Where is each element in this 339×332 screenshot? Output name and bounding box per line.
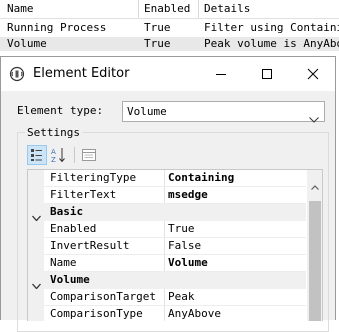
element-type-label: Element type: bbox=[17, 104, 104, 117]
header-divider bbox=[0, 18, 339, 19]
property-name: Enabled bbox=[50, 222, 97, 235]
property-name: ComparisonType bbox=[50, 307, 143, 320]
category-label: Basic bbox=[50, 205, 84, 218]
property-row-name[interactable]: Name Volume bbox=[28, 255, 306, 272]
scroll-up-arrow-icon[interactable] bbox=[311, 175, 319, 194]
close-button[interactable] bbox=[290, 57, 336, 91]
property-name: Name bbox=[50, 256, 77, 269]
chevron-down-icon bbox=[309, 108, 319, 127]
property-pages-button[interactable] bbox=[79, 145, 99, 165]
property-value[interactable]: Volume bbox=[168, 255, 306, 271]
category-basic[interactable]: Basic bbox=[28, 204, 306, 222]
property-row-filteringtype[interactable]: FilteringType Containing bbox=[28, 170, 306, 187]
background-table: Name Enabled Details Running Process Tru… bbox=[0, 0, 339, 56]
property-name: FilterText bbox=[50, 188, 117, 201]
category-label: Volume bbox=[50, 273, 90, 286]
svg-text:Z: Z bbox=[51, 156, 56, 164]
element-type-value: Volume bbox=[127, 105, 167, 118]
title-bar[interactable]: Element Editor bbox=[1, 57, 335, 91]
property-pages-icon bbox=[82, 149, 96, 161]
property-row-comparisontype[interactable]: ComparisonType AnyAbove bbox=[28, 306, 306, 321]
cell-details: Filter using Containin... bbox=[204, 21, 339, 34]
svg-text:A: A bbox=[51, 148, 56, 156]
property-row-comparisontarget[interactable]: ComparisonTarget Peak bbox=[28, 289, 306, 306]
alphabetical-icon: A Z bbox=[51, 148, 65, 164]
column-header-enabled[interactable]: Enabled bbox=[144, 2, 198, 16]
column-header-name[interactable]: Name bbox=[7, 2, 137, 16]
app-icon bbox=[9, 66, 25, 82]
cell-details: Peak volume is AnyAbov... bbox=[204, 37, 339, 50]
maximize-icon bbox=[262, 69, 272, 79]
property-value[interactable]: Containing bbox=[168, 170, 306, 186]
minimize-icon bbox=[216, 74, 226, 75]
property-value[interactable]: False bbox=[168, 238, 306, 254]
scrollbar-thumb[interactable] bbox=[309, 201, 321, 321]
alphabetical-button[interactable]: A Z bbox=[49, 145, 69, 165]
property-value[interactable]: AnyAbove bbox=[168, 306, 306, 321]
minimize-button[interactable] bbox=[198, 57, 244, 91]
property-name: ComparisonTarget bbox=[50, 290, 156, 303]
property-value[interactable]: Peak bbox=[168, 289, 306, 305]
column-divider[interactable] bbox=[198, 0, 199, 18]
categorized-button[interactable] bbox=[27, 145, 47, 165]
cell-enabled: True bbox=[144, 37, 171, 50]
property-row-invertresult[interactable]: InvertResult False bbox=[28, 238, 306, 255]
property-grid: FilteringType Containing FilterText msed… bbox=[27, 169, 323, 321]
property-row-enabled[interactable]: Enabled True bbox=[28, 221, 306, 238]
property-value[interactable]: msedge bbox=[168, 187, 306, 203]
toolbar-separator bbox=[74, 147, 75, 163]
cell-name: Volume bbox=[7, 37, 47, 50]
property-row-filtertext[interactable]: FilterText msedge bbox=[28, 187, 306, 204]
vertical-scrollbar[interactable] bbox=[307, 170, 322, 321]
property-value[interactable]: True bbox=[168, 221, 306, 237]
column-header-details[interactable]: Details bbox=[204, 2, 339, 16]
table-row-selected[interactable]: Volume True Peak volume is AnyAbov... bbox=[0, 37, 339, 51]
column-divider[interactable] bbox=[138, 0, 139, 18]
categorized-icon bbox=[31, 149, 42, 161]
window-title: Element Editor bbox=[33, 66, 130, 81]
property-name: InvertResult bbox=[50, 239, 130, 252]
close-icon bbox=[307, 68, 319, 80]
maximize-button[interactable] bbox=[244, 57, 290, 91]
element-editor-window: Element Editor Element type: Volume Sett… bbox=[0, 56, 336, 332]
cell-enabled: True bbox=[144, 21, 171, 34]
table-row[interactable]: Running Process True Filter using Contai… bbox=[0, 21, 339, 35]
cell-name: Running Process bbox=[7, 21, 107, 34]
property-name: FilteringType bbox=[50, 171, 137, 184]
settings-label: Settings bbox=[25, 126, 82, 140]
element-type-dropdown[interactable]: Volume bbox=[122, 101, 325, 123]
category-volume[interactable]: Volume bbox=[28, 272, 306, 290]
table-header: Name Enabled Details bbox=[0, 2, 339, 16]
